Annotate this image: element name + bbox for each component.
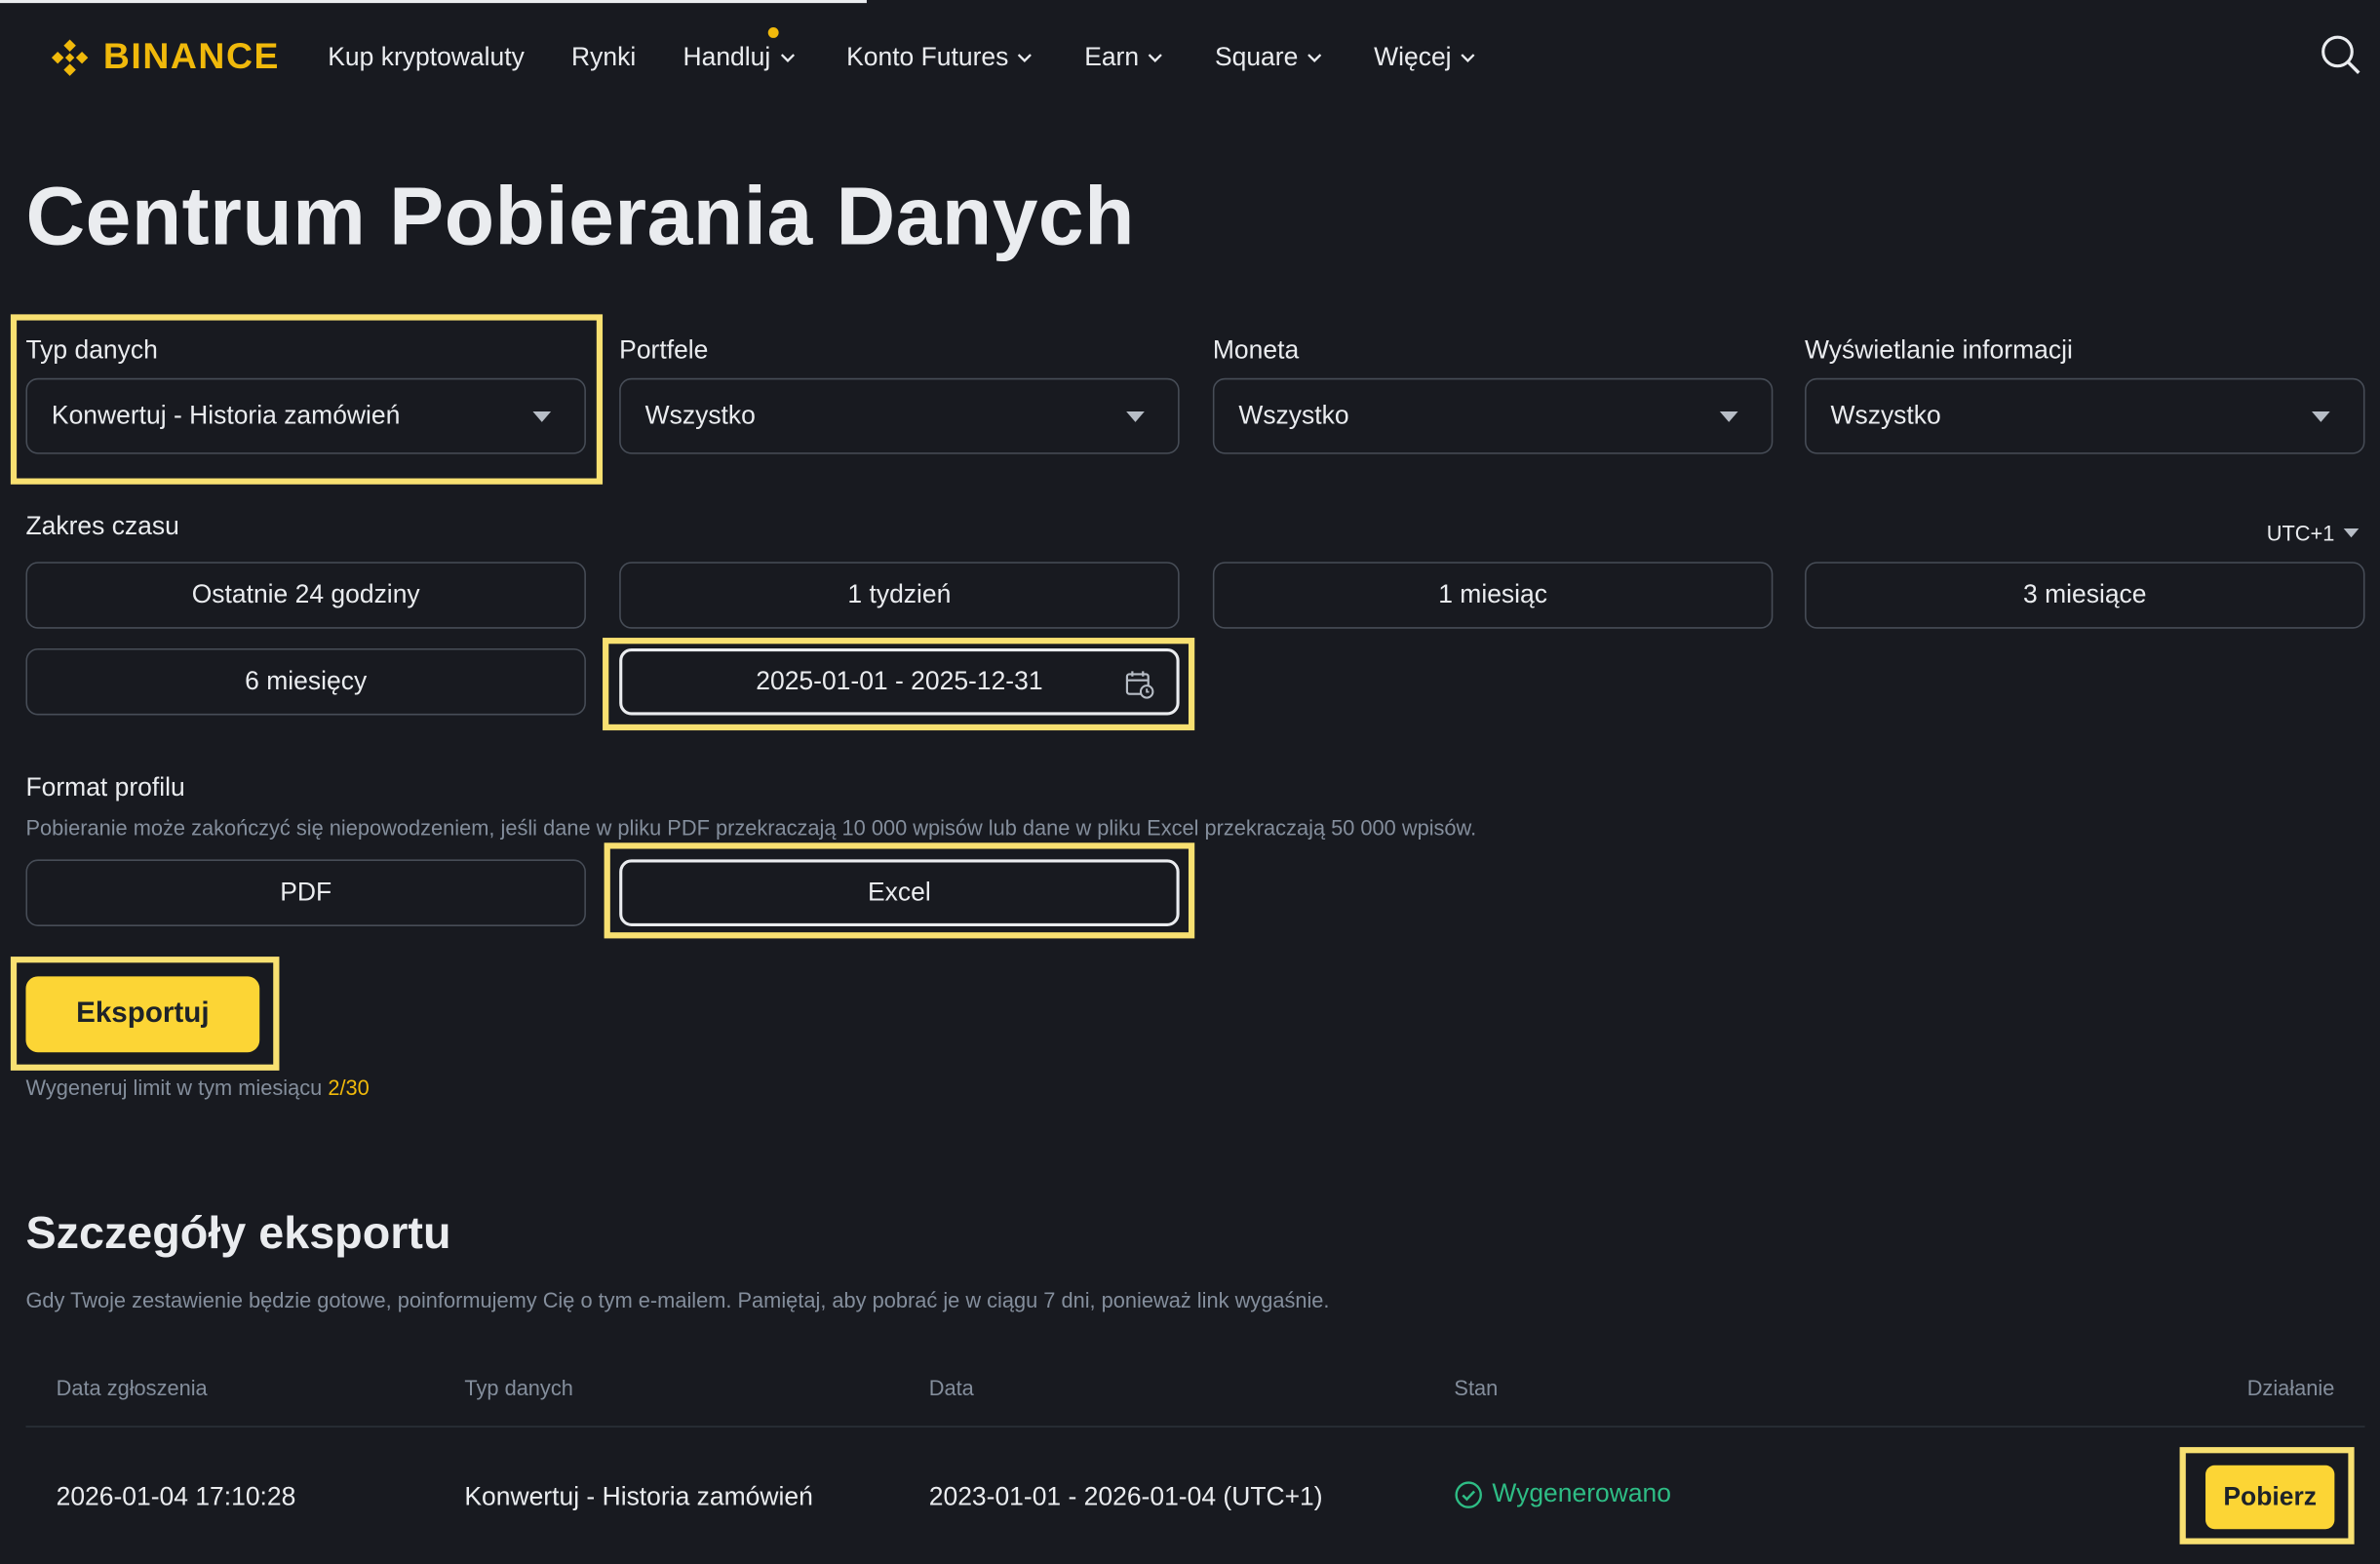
page-title: Centrum Pobierania Danych	[25, 171, 1135, 263]
export-limit: Wygeneruj limit w tym miesiącu 2/30	[25, 1075, 369, 1100]
range-1w-button[interactable]: 1 tydzień	[619, 562, 1180, 629]
caret-down-icon	[1126, 411, 1145, 422]
highlight-excel	[604, 842, 1195, 939]
chevron-down-icon	[1149, 54, 1163, 62]
page-root: BINANCE Kup kryptowaluty Rynki Handluj K…	[0, 0, 2380, 1564]
caret-down-icon	[2343, 528, 2360, 538]
format-label: Format profilu	[25, 772, 185, 802]
cell-submitted: 2026-01-04 17:10:28	[56, 1481, 296, 1511]
chevron-down-icon	[1461, 54, 1475, 62]
cell-type: Konwertuj - Historia zamówień	[464, 1481, 813, 1511]
coin-value: Wszystko	[1238, 401, 1349, 430]
nav-item-label: Konto Futures	[846, 42, 1009, 72]
nav-menu: Kup kryptowaluty Rynki Handluj Konto Fut…	[328, 27, 1477, 73]
export-limit-text: Wygeneruj limit w tym miesiącu	[25, 1075, 329, 1100]
logo-text: BINANCE	[102, 36, 280, 78]
format-hint: Pobieranie może zakończyć się niepowodze…	[25, 815, 1477, 841]
caret-down-icon	[2312, 411, 2330, 422]
status-text: Wygenerowano	[1492, 1478, 1672, 1508]
column-header-action: Działanie	[2246, 1375, 2335, 1400]
nav-item-label: Rynki	[571, 42, 637, 72]
range-label: 3 miesiące	[2022, 579, 2147, 609]
time-range-label: Zakres czasu	[25, 511, 179, 541]
cell-date-range: 2023-01-01 - 2026-01-04 (UTC+1)	[928, 1481, 1323, 1511]
caret-down-icon	[1719, 411, 1738, 422]
nav-item-more[interactable]: Więcej	[1374, 43, 1477, 73]
display-label: Wyświetlanie informacji	[1805, 335, 2073, 365]
highlight-export	[10, 957, 280, 1071]
export-details-note: Gdy Twoje zestawienie będzie gotowe, poi…	[25, 1287, 1330, 1312]
format-pdf-button[interactable]: PDF	[25, 859, 586, 926]
range-label: 6 miesięcy	[245, 666, 368, 696]
range-6m-button[interactable]: 6 miesięcy	[25, 647, 586, 716]
timezone-value: UTC+1	[2266, 521, 2335, 546]
range-label: 1 miesiąc	[1438, 579, 1548, 609]
nav-item-label: Kup kryptowaluty	[328, 42, 525, 72]
nav-item-markets[interactable]: Rynki	[571, 43, 636, 73]
export-details-title: Szczegóły eksportu	[25, 1208, 451, 1260]
highlight-download	[2179, 1447, 2355, 1544]
format-option-label: PDF	[280, 878, 332, 907]
nav-item-futures[interactable]: Konto Futures	[846, 43, 1034, 73]
timezone-select[interactable]: UTC+1	[2267, 521, 2360, 545]
nav-item-trade[interactable]: Handluj	[683, 27, 797, 73]
range-24h-button[interactable]: Ostatnie 24 godziny	[25, 562, 586, 629]
nav-item-label: Więcej	[1374, 42, 1452, 72]
table-header-divider	[25, 1426, 2365, 1427]
highlight-custom-range	[603, 638, 1195, 731]
wallets-value: Wszystko	[644, 401, 756, 430]
nav-item-label: Handluj	[683, 42, 771, 72]
notification-dot	[767, 27, 779, 38]
range-1m-button[interactable]: 1 miesiąc	[1212, 562, 1774, 629]
column-header-status: Stan	[1454, 1375, 1499, 1400]
range-3m-button[interactable]: 3 miesiące	[1805, 562, 2365, 629]
range-label: 1 tydzień	[847, 579, 952, 609]
column-header-submitted: Data zgłoszenia	[56, 1375, 208, 1400]
wallets-label: Portfele	[619, 335, 709, 365]
coin-select[interactable]: Wszystko	[1212, 377, 1774, 454]
export-limit-value: 2/30	[328, 1075, 370, 1100]
top-navigation: BINANCE Kup kryptowaluty Rynki Handluj K…	[0, 0, 2380, 118]
nav-item-square[interactable]: Square	[1215, 43, 1324, 73]
binance-logo-icon	[51, 39, 89, 76]
display-select[interactable]: Wszystko	[1805, 377, 2365, 454]
binance-logo[interactable]: BINANCE	[46, 33, 280, 82]
wallets-select[interactable]: Wszystko	[619, 377, 1180, 454]
display-value: Wszystko	[1830, 401, 1941, 430]
column-header-type: Typ danych	[464, 1375, 573, 1400]
check-circle-icon	[1455, 1480, 1482, 1508]
nav-item-buy-crypto[interactable]: Kup kryptowaluty	[328, 43, 525, 73]
chevron-down-icon	[780, 54, 795, 62]
page-stage: BINANCE Kup kryptowaluty Rynki Handluj K…	[0, 0, 2380, 1564]
highlight-data-type	[10, 314, 604, 485]
chevron-down-icon	[1018, 54, 1033, 62]
nav-item-label: Square	[1214, 42, 1299, 72]
coin-label: Moneta	[1212, 335, 1300, 365]
nav-item-earn[interactable]: Earn	[1084, 43, 1164, 73]
nav-item-label: Earn	[1084, 42, 1140, 72]
status-badge: Wygenerowano	[1454, 1479, 1671, 1509]
column-header-date: Data	[928, 1375, 974, 1400]
chevron-down-icon	[1307, 54, 1322, 62]
search-icon[interactable]	[2320, 33, 2362, 76]
range-label: Ostatnie 24 godziny	[191, 579, 420, 609]
